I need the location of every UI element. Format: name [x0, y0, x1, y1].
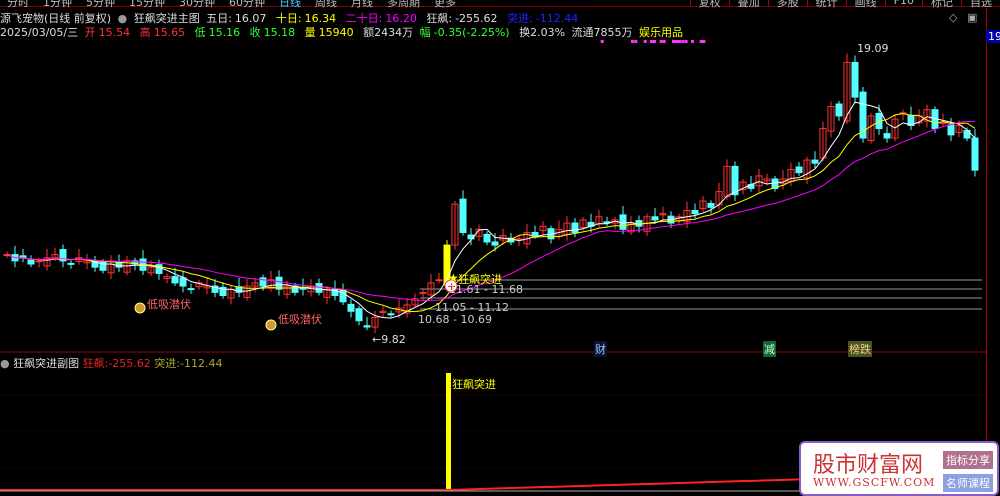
price-chart[interactable]: +★ [0, 0, 1000, 496]
sub-signal-label: 狂飙突进 [452, 378, 496, 391]
low-label: ←9.82 [372, 333, 406, 346]
candle [883, 133, 891, 139]
tag-cai[interactable]: 财 [594, 341, 607, 357]
sub-kb-value: -255.62 [108, 357, 151, 370]
signal-dot [634, 40, 638, 43]
signal-dot [662, 40, 666, 43]
money-bag-icon [265, 319, 277, 331]
panel-toggle-icon[interactable]: ▣ [967, 11, 977, 24]
signal-dot [678, 40, 681, 43]
tag-jian[interactable]: 减 [763, 341, 776, 357]
signal-dot [684, 40, 688, 43]
signal-bar [446, 373, 451, 490]
candle [483, 233, 491, 243]
candle [435, 279, 443, 282]
candle [835, 103, 843, 117]
range-label-3: 10.68 - 10.69 [418, 313, 492, 326]
candle [347, 303, 355, 312]
candle [515, 238, 523, 241]
candle [363, 325, 371, 328]
watermark: 股市财富网 WWW.GSCFW.COM 指标分享 名师课程 [799, 441, 999, 496]
signal-dot [653, 40, 656, 43]
sub-kb-label: 狂飙: [82, 357, 109, 370]
kb-line [0, 478, 801, 491]
candle [691, 209, 699, 215]
high-label: 19.09 [857, 42, 889, 55]
candle [531, 232, 539, 237]
price-axis[interactable] [986, 8, 1000, 496]
candle [27, 259, 35, 265]
sub-chart-header: ● 狂飙突进副图 狂飙:-255.62 突进:-112.44 [0, 355, 222, 371]
candle [355, 308, 363, 322]
candle [651, 216, 659, 221]
signal-dot [600, 40, 604, 43]
candle [179, 277, 187, 287]
signal-dot [691, 40, 694, 43]
candle [795, 166, 803, 174]
candle [67, 262, 75, 265]
marker-1: 低吸潜伏 [147, 298, 191, 311]
sub-title[interactable]: 狂飙突进副图 [13, 357, 79, 370]
candle [315, 283, 323, 293]
sub-tj-value: -112.44 [180, 357, 223, 370]
watermark-course-button[interactable]: 名师课程 [943, 474, 993, 492]
candle [459, 198, 467, 234]
money-bag-icon [134, 302, 146, 314]
candle [731, 165, 739, 196]
settings-icon[interactable]: ● [0, 357, 10, 370]
signal-dot [643, 40, 647, 43]
signal-dot [699, 40, 703, 43]
marker-2: 低吸潜伏 [278, 313, 322, 326]
candle [811, 159, 819, 164]
signal-dot [702, 40, 706, 43]
candle [851, 61, 859, 98]
signal-dot [681, 40, 685, 43]
candle [491, 241, 499, 246]
signal-dot [650, 40, 653, 43]
watermark-title: 股市财富网 [813, 453, 924, 478]
candle [947, 124, 955, 136]
signal-dot [631, 40, 634, 43]
signal-dot [659, 40, 663, 43]
range-label-1: 11.61 - 11.68 [449, 283, 523, 296]
signal-dot [675, 40, 678, 43]
candle [187, 288, 195, 291]
watermark-share-button[interactable]: 指标分享 [943, 451, 993, 469]
tag-bangdie[interactable]: 榜跌 [848, 341, 872, 357]
candle [387, 313, 395, 316]
candle [35, 260, 43, 263]
price-axis-tag: 19.0 [986, 30, 1000, 43]
signal-dot [672, 40, 675, 43]
candle [971, 137, 979, 171]
candle [571, 222, 579, 234]
diamond-icon[interactable]: ◇ [949, 11, 957, 24]
sub-tj-label: 突进: [154, 357, 181, 370]
candle [707, 203, 715, 208]
watermark-url: WWW.GSCFW.COM [813, 476, 936, 489]
candle [171, 276, 179, 284]
